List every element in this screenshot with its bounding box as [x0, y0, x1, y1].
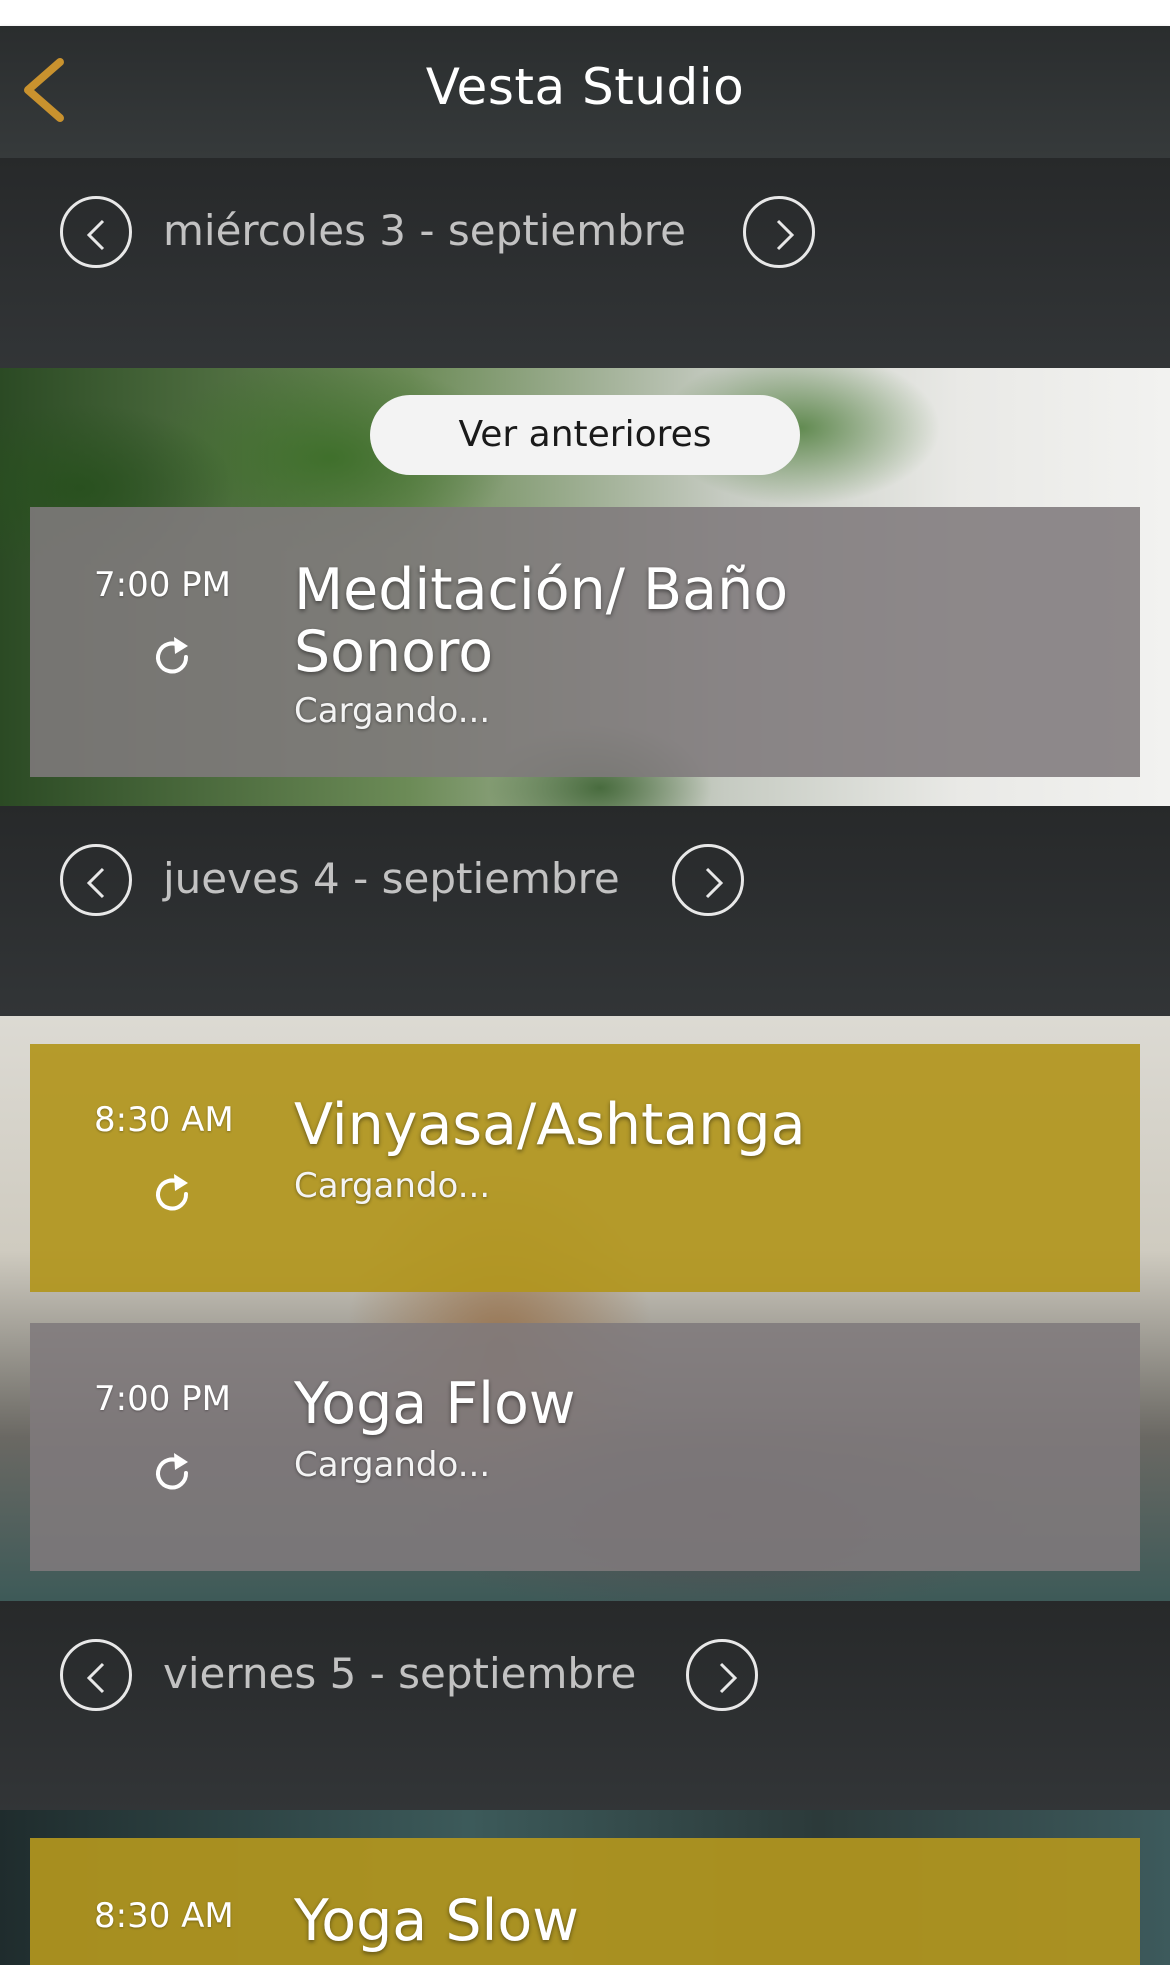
chevron-left-circle-icon	[86, 867, 105, 899]
next-day-button[interactable]	[743, 196, 815, 268]
class-name: Yoga Flow	[294, 1371, 576, 1437]
next-day-button[interactable]	[672, 844, 744, 916]
date-label: viernes 5 - septiembre	[163, 1649, 637, 1698]
app-bar: Vesta Studio	[0, 26, 1170, 158]
chevron-right-circle-icon	[719, 1662, 738, 1694]
class-card[interactable]: 8:30 AM Yoga Slow	[30, 1838, 1140, 1965]
previous-day-button[interactable]	[60, 844, 132, 916]
chevron-right-circle-icon	[705, 867, 724, 899]
class-name: Yoga Slow	[294, 1888, 579, 1954]
previous-day-button[interactable]	[60, 1639, 132, 1711]
date-label: jueves 4 - septiembre	[163, 854, 620, 903]
class-status: Cargando...	[294, 1445, 491, 1485]
date-label: miércoles 3 - septiembre	[163, 206, 686, 255]
chevron-left-circle-icon	[86, 1662, 105, 1694]
date-header-day-1: miércoles 3 - septiembre	[0, 158, 1170, 368]
next-day-button[interactable]	[686, 1639, 758, 1711]
class-name: Vinyasa/Ashtanga	[294, 1092, 806, 1158]
class-card[interactable]: 7:00 PM Meditación/ Baño Sonoro Cargando…	[30, 507, 1140, 777]
refresh-icon	[156, 1453, 189, 1490]
load-previous-button[interactable]: Ver anteriores	[370, 395, 800, 475]
class-time: 7:00 PM	[94, 565, 231, 605]
page-title: Vesta Studio	[425, 58, 745, 116]
class-card[interactable]: 7:00 PM Yoga Flow Cargando...	[30, 1323, 1140, 1571]
class-time: 8:30 AM	[94, 1100, 234, 1140]
class-name: Meditación/ Baño Sonoro	[294, 557, 789, 685]
date-header-day-3: viernes 5 - septiembre	[0, 1601, 1170, 1811]
previous-day-button[interactable]	[60, 196, 132, 268]
class-status: Cargando...	[294, 1166, 491, 1206]
class-status: Cargando...	[294, 691, 491, 731]
chevron-left-circle-icon	[86, 219, 105, 251]
refresh-icon	[156, 1174, 189, 1211]
class-card[interactable]: 8:30 AM Vinyasa/Ashtanga Cargando...	[30, 1044, 1140, 1292]
class-time: 8:30 AM	[94, 1896, 234, 1936]
refresh-icon	[156, 637, 189, 674]
chevron-right-circle-icon	[776, 219, 795, 251]
class-time: 7:00 PM	[94, 1379, 231, 1419]
status-bar	[0, 0, 1170, 26]
date-header-day-2: jueves 4 - septiembre	[0, 806, 1170, 1016]
